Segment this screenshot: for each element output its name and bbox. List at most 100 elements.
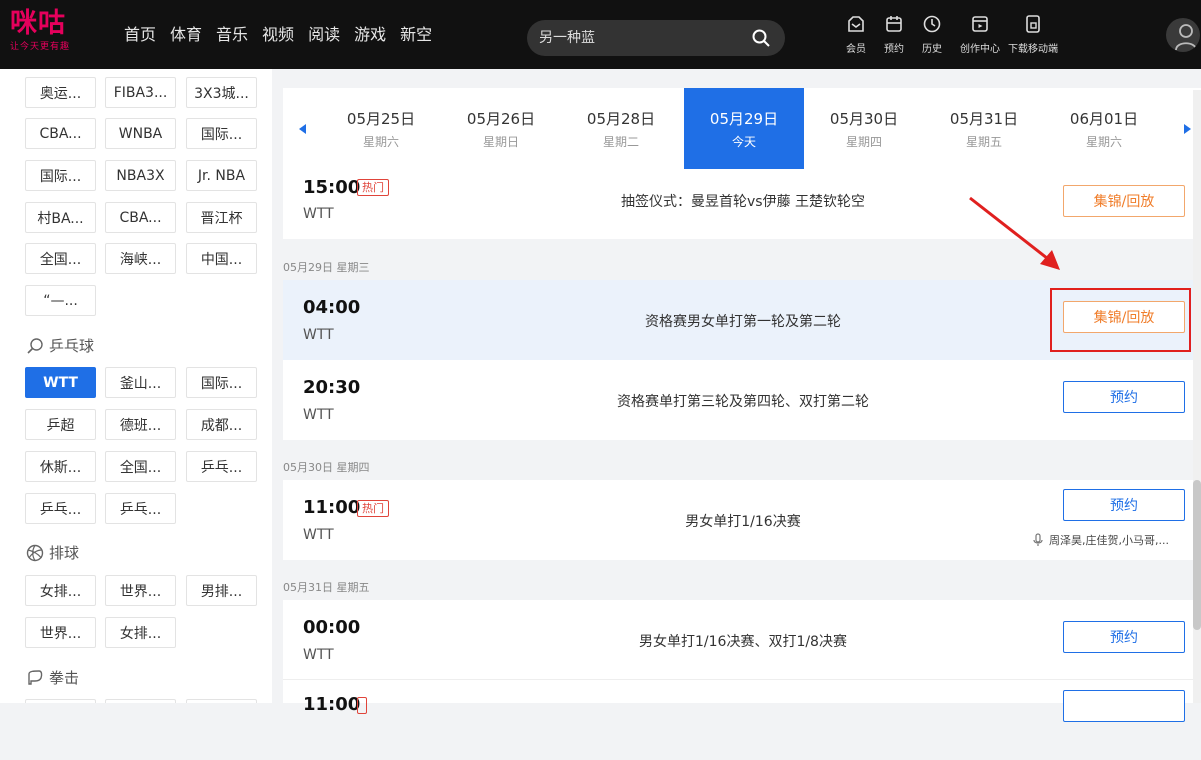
date-tab-0530[interactable]: 05月30日 星期四	[804, 88, 924, 169]
reserve-button[interactable]: 预约	[1063, 489, 1185, 521]
tag-mens-volleyball[interactable]: 男排...	[186, 575, 257, 606]
reserve-button[interactable]	[1063, 690, 1185, 722]
tag-national[interactable]: 全国...	[25, 243, 96, 274]
tag-olympics[interactable]: 奥运...	[25, 77, 96, 108]
play-box-icon	[972, 16, 988, 32]
tag-quote[interactable]: “—...	[25, 285, 96, 316]
date-tab-0526[interactable]: 05月26日 星期日	[441, 88, 561, 169]
hot-badge: 热门	[357, 179, 389, 196]
tag-wnba[interactable]: WNBA	[105, 118, 176, 149]
weekday-label: 星期四	[845, 135, 882, 149]
volleyball-section-title: 排球	[26, 542, 79, 563]
date-label: 06月01日	[1069, 110, 1139, 128]
user-avatar[interactable]	[1166, 18, 1200, 52]
tag-boxing-2[interactable]	[105, 699, 176, 703]
reserve-button[interactable]: 预约	[1063, 381, 1185, 413]
date-label: 05月26日	[466, 110, 536, 128]
date-tab-0601[interactable]: 06月01日 星期六	[1044, 88, 1164, 169]
nav-reading[interactable]: 阅读	[308, 24, 340, 46]
scrollbar-thumb[interactable]	[1193, 480, 1201, 630]
date-group-label: 05月30日 星期四	[283, 461, 370, 474]
date-tab-0525[interactable]: 05月25日 星期六	[321, 88, 441, 169]
date-prev-button[interactable]	[289, 88, 317, 169]
date-label: 05月25日	[346, 110, 416, 128]
search-icon[interactable]	[751, 28, 771, 48]
tag-busan[interactable]: 釜山...	[105, 367, 176, 398]
nav-xinkong[interactable]: 新空	[400, 24, 432, 46]
tag-boxing-1[interactable]	[25, 699, 96, 703]
nav-games[interactable]: 游戏	[354, 24, 386, 46]
tag-international[interactable]: 国际...	[186, 118, 257, 149]
schedule-row: 11:00 热门 WTT 男女单打1/16决赛 预约 周泽昊,庄佳贺,小马哥,.…	[283, 480, 1201, 560]
page-scrollbar[interactable]	[1193, 90, 1201, 703]
tag-cba[interactable]: CBA...	[25, 118, 96, 149]
volleyball-label: 排球	[49, 544, 80, 562]
date-group-label: 05月29日 星期三	[283, 261, 370, 274]
tag-super-league[interactable]: 乒超	[25, 409, 96, 440]
microphone-icon	[1033, 533, 1043, 546]
tag-pp-international[interactable]: 国际...	[186, 367, 257, 398]
calendar-icon	[886, 16, 902, 32]
clock-icon	[923, 15, 941, 33]
tag-chengdu[interactable]: 成都...	[186, 409, 257, 440]
tag-3x3[interactable]: 3X3城...	[186, 77, 257, 108]
tag-jr-nba[interactable]: Jr. NBA	[186, 160, 257, 191]
tag-strait[interactable]: 海峡...	[105, 243, 176, 274]
tag-international-2[interactable]: 国际...	[25, 160, 96, 191]
hot-badge: 热门	[357, 500, 389, 517]
reservation-button[interactable]: 预约	[884, 14, 904, 55]
tag-wtt[interactable]: WTT	[25, 367, 96, 398]
nav-sports[interactable]: 体育	[170, 24, 202, 46]
pingpong-paddle-icon	[27, 337, 43, 354]
category-sidebar: 奥运... FIBA3... 3X3城... CBA... WNBA 国际...…	[0, 69, 272, 703]
logo-slogan: 让今天更有趣	[10, 42, 71, 52]
match-time: 20:30	[303, 377, 361, 398]
schedule-row: 11:00	[283, 680, 1201, 760]
match-title: 男女单打1/16决赛、双打1/8决赛	[639, 634, 847, 650]
annotation-highlight-box	[1050, 288, 1191, 352]
tag-pingpong-1[interactable]: 乒乓...	[186, 451, 257, 482]
tag-pingpong-3[interactable]: 乒乓...	[105, 493, 176, 524]
vip-icon	[848, 16, 864, 32]
tag-womens-volleyball[interactable]: 女排...	[25, 575, 96, 606]
schedule-card-0530: 11:00 热门 WTT 男女单打1/16决赛 预约 周泽昊,庄佳贺,小马哥,.…	[283, 480, 1201, 560]
match-time: 11:00	[303, 694, 361, 715]
tag-womens-volleyball-2[interactable]: 女排...	[105, 617, 176, 648]
tag-pp-national[interactable]: 全国...	[105, 451, 176, 482]
tag-cba-2[interactable]: CBA...	[105, 202, 176, 233]
tag-world-2[interactable]: 世界...	[25, 617, 96, 648]
vip-button[interactable]: 会员	[846, 14, 866, 55]
migu-logo[interactable]: 咪咕 让今天更有趣	[10, 8, 92, 53]
hot-badge	[357, 697, 367, 714]
boxing-glove-icon	[28, 669, 43, 685]
match-time: 15:00	[303, 177, 361, 198]
highlights-replay-button[interactable]: 集锦/回放	[1063, 185, 1185, 217]
tag-jinjiang-cup[interactable]: 晋江杯	[186, 202, 257, 233]
history-button[interactable]: 历史	[922, 14, 942, 55]
date-tab-0529-today[interactable]: 05月29日 今天	[684, 88, 804, 169]
date-tab-0528[interactable]: 05月28日 星期二	[561, 88, 681, 169]
pingpong-label: 乒乓球	[49, 337, 95, 355]
nav-music[interactable]: 音乐	[216, 24, 248, 46]
date-tab-0531[interactable]: 05月31日 星期五	[924, 88, 1044, 169]
tag-village-ba[interactable]: 村BA...	[25, 202, 96, 233]
tag-fiba3[interactable]: FIBA3...	[105, 77, 176, 108]
nav-video[interactable]: 视频	[262, 24, 294, 46]
tag-world[interactable]: 世界...	[105, 575, 176, 606]
tag-china[interactable]: 中国...	[186, 243, 257, 274]
logo-text: 咪咕	[10, 8, 66, 39]
creator-center-button[interactable]: 创作中心	[960, 14, 1000, 55]
weekday-label: 星期六	[362, 135, 399, 149]
reserve-button[interactable]: 预约	[1063, 621, 1185, 653]
download-mobile-button[interactable]: 下载移动端	[1008, 14, 1058, 55]
tag-boxing-3[interactable]	[186, 699, 257, 703]
tag-pingpong-2[interactable]: 乒乓...	[25, 493, 96, 524]
weekday-label: 星期五	[965, 135, 1002, 149]
search-input[interactable]	[539, 30, 739, 46]
boxing-section-title: 拳击	[26, 667, 79, 688]
tag-nba3x[interactable]: NBA3X	[105, 160, 176, 191]
tag-durban[interactable]: 德班...	[105, 409, 176, 440]
tag-houston[interactable]: 休斯...	[25, 451, 96, 482]
date-label: 05月31日	[949, 110, 1019, 128]
nav-home[interactable]: 首页	[124, 24, 156, 46]
